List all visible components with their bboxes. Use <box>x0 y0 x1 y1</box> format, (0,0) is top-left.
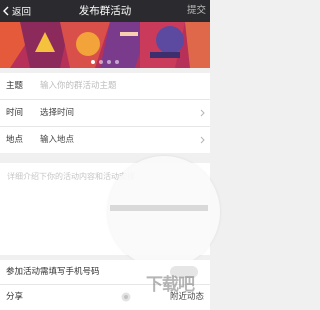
nav-bar: 返回 发布群活动 提交 <box>0 0 210 22</box>
submit-button[interactable]: 提交 <box>187 0 206 22</box>
description-placeholder: 详细介绍下你的活动内容和活动安排 <box>7 172 135 181</box>
time-label: 时间 <box>6 108 24 118</box>
theme-label: 主题 <box>6 81 24 91</box>
carousel-dot[interactable] <box>107 60 111 64</box>
theme-input[interactable]: 输入你的群活动主题 <box>40 73 117 99</box>
time-select[interactable]: 选择时间 <box>40 100 74 126</box>
carousel-dot[interactable] <box>115 60 119 64</box>
highlight-bar <box>110 205 208 211</box>
place-row[interactable]: 地点 输入地点 <box>0 127 210 153</box>
activity-form: 主题 输入你的群活动主题 时间 选择时间 地点 输入地点 <box>0 73 210 153</box>
carousel-dot[interactable] <box>99 60 103 64</box>
time-row[interactable]: 时间 选择时间 <box>0 100 210 127</box>
share-label: 分享 <box>6 292 24 302</box>
chevron-right-icon <box>200 136 205 144</box>
highlight-circle <box>108 156 220 268</box>
share-icon[interactable] <box>121 292 131 302</box>
carousel-dots <box>0 60 210 64</box>
place-label: 地点 <box>6 135 24 145</box>
phone-required-label: 参加活动需填写手机号码 <box>6 267 100 277</box>
watermark-logo: 下载吧 <box>146 275 195 295</box>
chevron-right-icon <box>200 109 205 117</box>
banner-image[interactable] <box>0 22 210 68</box>
carousel-dot[interactable] <box>91 60 95 64</box>
place-input[interactable]: 输入地点 <box>40 127 74 153</box>
theme-row[interactable]: 主题 输入你的群活动主题 <box>0 73 210 100</box>
page-title: 发布群活动 <box>78 5 132 17</box>
